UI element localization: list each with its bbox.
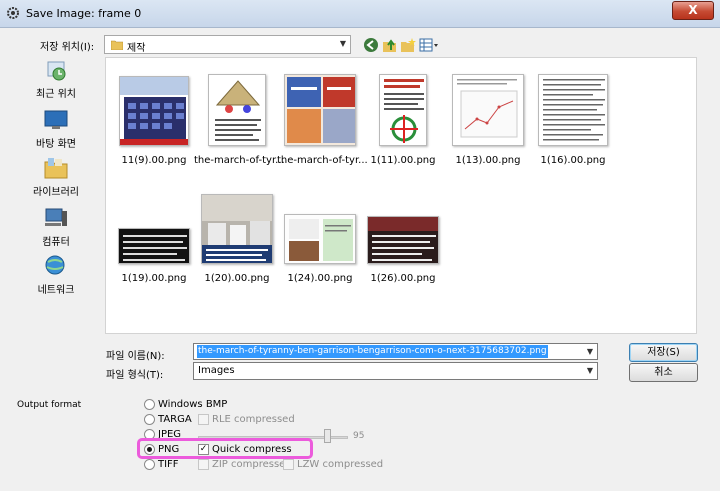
file-type-label: 파일 형식(T): xyxy=(106,370,164,381)
new-folder-icon[interactable] xyxy=(400,37,416,53)
folder-icon xyxy=(111,40,123,50)
up-folder-icon[interactable] xyxy=(382,37,398,53)
desktop-icon xyxy=(44,110,68,129)
radio-tiff[interactable] xyxy=(144,459,155,470)
file-name: 1(24).00.png xyxy=(287,273,353,284)
file-type-value: Images xyxy=(198,365,235,376)
file-list[interactable]: 11(9).00.png the-march-of-tyr... the-mar… xyxy=(105,57,697,334)
back-icon[interactable] xyxy=(363,37,379,53)
recent-places-icon xyxy=(47,61,66,81)
checkbox-label: LZW compressed xyxy=(297,459,384,470)
file-thumbnail xyxy=(284,214,356,264)
file-thumbnail xyxy=(452,74,524,146)
checkbox-rle-compressed[interactable] xyxy=(198,414,209,425)
window-title: Save Image: frame 0 xyxy=(26,7,142,20)
place-recent[interactable]: 최근 위치 xyxy=(10,58,102,104)
file-name: 1(13).00.png xyxy=(455,155,521,166)
file-thumbnail xyxy=(119,76,189,146)
radio-targa[interactable] xyxy=(144,414,155,425)
file-item[interactable]: 1(20).00.png xyxy=(194,178,280,288)
file-type-select[interactable]: Images ▼ xyxy=(193,362,598,380)
chevron-down-icon[interactable]: ▼ xyxy=(340,39,346,48)
file-thumbnail xyxy=(201,194,273,264)
file-item[interactable]: 1(16).00.png xyxy=(530,60,616,170)
look-in-combo[interactable]: 제작 ▼ xyxy=(104,35,351,54)
place-desktop[interactable]: 바탕 화면 xyxy=(10,108,102,154)
file-thumbnail xyxy=(118,228,190,264)
chevron-down-icon[interactable]: ▼ xyxy=(587,366,593,375)
slider-handle[interactable] xyxy=(324,429,331,443)
look-in-value: 제작 xyxy=(127,43,146,54)
file-name: 1(16).00.png xyxy=(540,155,606,166)
computer-icon xyxy=(45,208,67,226)
file-item[interactable]: 1(13).00.png xyxy=(445,60,531,170)
place-network[interactable]: 네트워크 xyxy=(10,254,102,300)
file-item[interactable]: 11(9).00.png xyxy=(111,60,197,170)
file-item[interactable]: the-march-of-tyr... xyxy=(277,60,368,170)
place-computer[interactable]: 컴퓨터 xyxy=(10,206,102,252)
file-name-label: 파일 이름(N): xyxy=(106,351,165,362)
file-name: 1(26).00.png xyxy=(370,273,436,284)
look-in-label: 저장 위치(I): xyxy=(40,42,95,53)
checkbox-label: ZIP compressed xyxy=(212,459,292,470)
cancel-button[interactable]: 취소 xyxy=(629,363,698,382)
view-menu-icon[interactable] xyxy=(419,37,439,53)
file-item[interactable]: 1(11).00.png xyxy=(360,60,446,170)
places-bar: 최근 위치 바탕 화면 라이브러리 컴퓨터 네트워크 xyxy=(10,58,102,318)
highlight-annotation xyxy=(137,438,313,459)
file-name: 11(9).00.png xyxy=(121,155,187,166)
file-name-input[interactable]: the-march-of-tyranny-ben-garrison-bengar… xyxy=(193,343,598,360)
checkbox-label: RLE compressed xyxy=(212,414,295,425)
save-button[interactable]: 저장(S) xyxy=(629,343,698,362)
file-item[interactable]: the-march-of-tyr... xyxy=(194,60,285,170)
file-thumbnail xyxy=(367,216,439,264)
file-name: 1(19).00.png xyxy=(121,273,187,284)
file-item[interactable]: 1(26).00.png xyxy=(360,178,446,288)
file-item[interactable]: 1(19).00.png xyxy=(111,178,197,288)
libraries-icon xyxy=(44,158,68,179)
chevron-down-icon[interactable]: ▼ xyxy=(587,347,593,356)
network-icon xyxy=(45,255,65,275)
file-name: the-march-of-tyr... xyxy=(277,155,368,166)
file-thumbnail xyxy=(208,74,266,146)
app-gear-icon xyxy=(7,7,19,19)
file-name: 1(20).00.png xyxy=(204,273,270,284)
radio-windows-bmp[interactable] xyxy=(144,399,155,410)
checkbox-lzw-compressed[interactable] xyxy=(283,459,294,470)
title-bar: Save Image: frame 0 X xyxy=(0,0,720,28)
checkbox-zip-compressed[interactable] xyxy=(198,459,209,470)
option-label: TARGA xyxy=(158,414,192,425)
file-item[interactable]: 1(24).00.png xyxy=(277,178,363,288)
file-thumbnail xyxy=(284,74,356,146)
output-format-label: Output format xyxy=(17,400,82,410)
close-button[interactable]: X xyxy=(672,1,714,20)
file-thumbnail xyxy=(379,74,427,146)
file-name-value: the-march-of-tyranny-ben-garrison-bengar… xyxy=(197,345,548,358)
file-name: 1(11).00.png xyxy=(370,155,436,166)
place-libraries[interactable]: 라이브러리 xyxy=(10,156,102,202)
jpeg-quality-value: 95 xyxy=(353,431,365,441)
file-thumbnail xyxy=(538,74,608,146)
option-label: Windows BMP xyxy=(158,399,228,410)
file-name: the-march-of-tyr... xyxy=(194,155,285,166)
option-label: TIFF xyxy=(158,459,179,470)
